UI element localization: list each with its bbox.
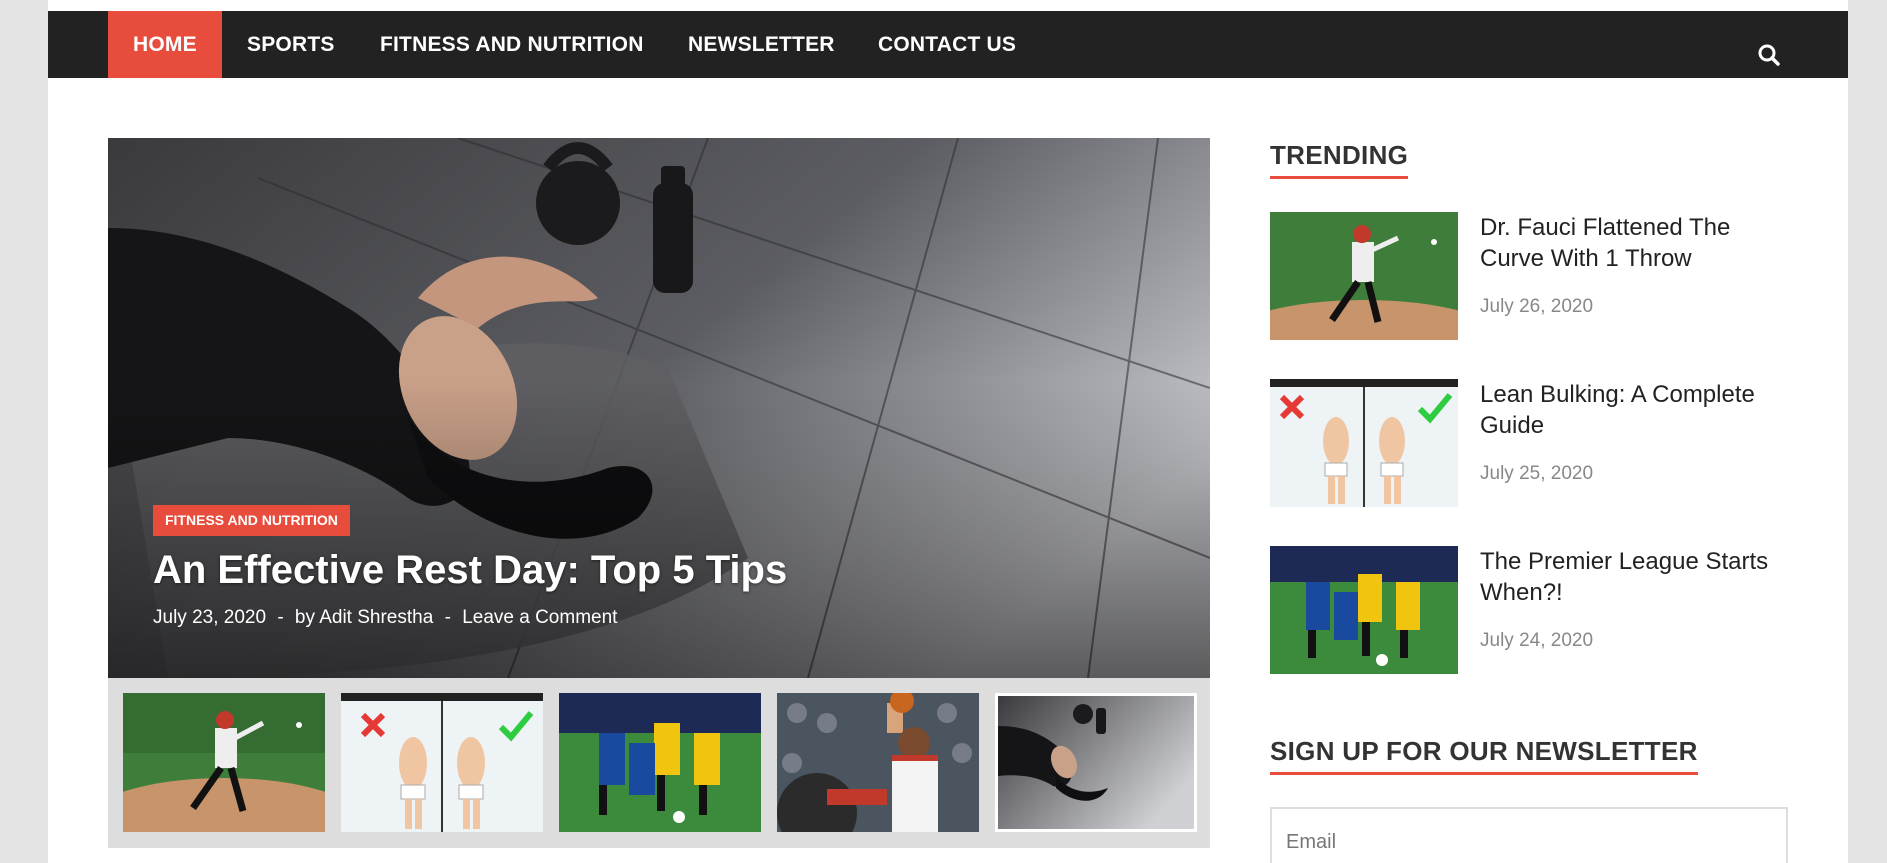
nav-item-sports[interactable]: SPORTS — [247, 11, 335, 78]
slider-thumb-soccer[interactable] — [559, 693, 761, 832]
sidebar: TRENDING Dr. Fauci Flattened The Curve W… — [1270, 0, 1788, 863]
slider-thumb-basketball[interactable] — [777, 693, 979, 832]
slider-thumb-baseball[interactable] — [123, 693, 325, 832]
hero-author-link[interactable]: by Adit Shrestha — [295, 607, 433, 628]
trending-title-link[interactable]: Dr. Fauci Flattened The Curve With 1 Thr… — [1480, 212, 1780, 274]
trending-date: July 26, 2020 — [1480, 296, 1594, 317]
trending-title-link[interactable]: The Premier League Starts When?! — [1480, 546, 1780, 608]
slider-thumb-lean-bulking[interactable] — [341, 693, 543, 832]
hero-category-badge[interactable]: FITNESS AND NUTRITION — [153, 505, 350, 536]
hero-comment-link[interactable]: Leave a Comment — [462, 607, 617, 628]
title-underline — [1270, 176, 1409, 179]
newsletter-title-text: SIGN UP FOR OUR NEWSLETTER — [1270, 736, 1698, 766]
trending-thumb-fauci[interactable] — [1270, 212, 1458, 340]
slider-thumb-rest-day[interactable] — [995, 693, 1197, 832]
slider-thumbnails — [108, 678, 1210, 848]
trending-title-text: TRENDING — [1270, 140, 1409, 170]
nav-item-contact-us[interactable]: CONTACT US — [878, 11, 1016, 78]
trending-date: July 25, 2020 — [1480, 463, 1594, 484]
trending-title-link[interactable]: Lean Bulking: A Complete Guide — [1480, 379, 1780, 441]
trending-date: July 24, 2020 — [1480, 630, 1594, 651]
hero-title[interactable]: An Effective Rest Day: Top 5 Tips — [153, 548, 787, 593]
hero-meta: July 23, 2020 - by Adit Shrestha - Leave… — [153, 607, 623, 629]
email-field[interactable] — [1270, 807, 1788, 863]
trending-thumb-premier-league[interactable] — [1270, 546, 1458, 674]
meta-separator: - — [444, 607, 451, 628]
newsletter-widget-title: SIGN UP FOR OUR NEWSLETTER — [1270, 736, 1698, 775]
featured-image — [108, 138, 1210, 678]
trending-widget-title: TRENDING — [1270, 140, 1409, 179]
hero-date: July 23, 2020 — [153, 607, 267, 628]
nav-item-fitness-and-nutrition[interactable]: FITNESS AND NUTRITION — [380, 11, 644, 78]
title-underline — [1270, 772, 1698, 775]
nav-item-home[interactable]: HOME — [108, 11, 222, 78]
meta-separator: - — [277, 607, 284, 628]
nav-item-newsletter[interactable]: NEWSLETTER — [688, 11, 835, 78]
trending-thumb-lean-bulking[interactable] — [1270, 379, 1458, 507]
page-container: HOME SPORTS FITNESS AND NUTRITION NEWSLE… — [48, 0, 1848, 863]
featured-slide[interactable]: FITNESS AND NUTRITION An Effective Rest … — [108, 138, 1210, 678]
